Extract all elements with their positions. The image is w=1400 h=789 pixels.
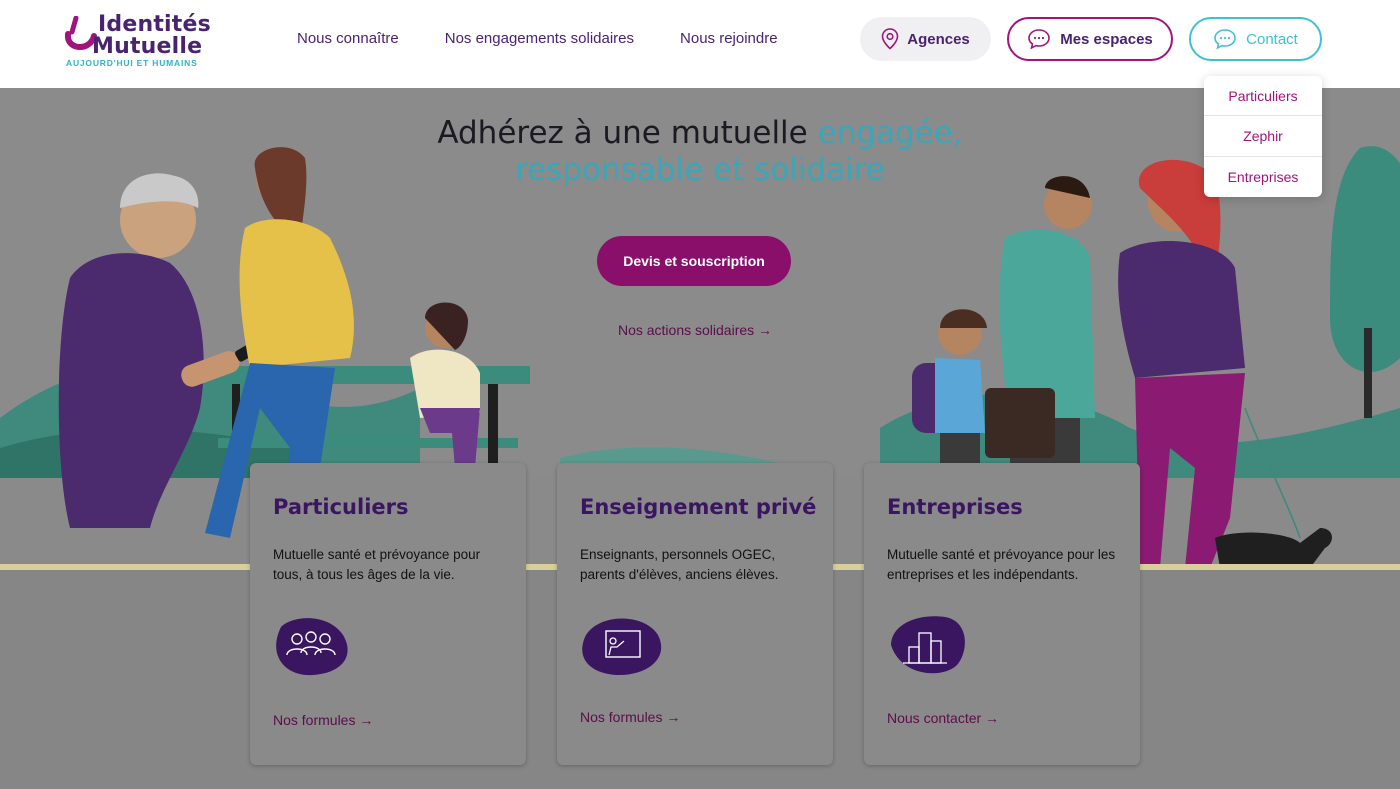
brand-logo[interactable]: Identités Mutuelle AUJOURD'HUI ET HUMAIN… [64,12,214,70]
mes-espaces-label: Mes espaces [1060,30,1153,48]
teacher-board-icon [582,618,662,675]
devis-souscription-button[interactable]: Devis et souscription [597,236,791,286]
card-title: Particuliers [273,495,409,519]
nav-item-engagements[interactable]: Nos engagements solidaires [445,30,634,47]
card-entreprises[interactable]: Entreprises Mutuelle santé et prévoyance… [864,463,1140,765]
nav-item-rejoindre[interactable]: Nous rejoindre [680,30,778,47]
contact-dropdown-menu: Particuliers Zephir Entreprises [1204,76,1322,197]
buildings-icon [891,616,965,674]
card-link[interactable]: Nous contacter → [887,710,999,726]
contact-menu-item-entreprises[interactable]: Entreprises [1204,157,1322,197]
chat-bubble-icon [1028,29,1051,50]
contact-menu-item-particuliers[interactable]: Particuliers [1204,76,1322,117]
location-pin-icon [881,28,899,50]
agences-button[interactable]: Agences [860,17,991,61]
card-description: Enseignants, personnels OGEC, parents d'… [580,547,779,582]
brand-name-line2: Mutuelle [92,34,203,59]
hero-title-plain: Adhérez à une mutuelle [437,115,818,151]
card-description: Mutuelle santé et prévoyance pour tous, … [273,547,481,582]
card-particuliers[interactable]: Particuliers Mutuelle santé et prévoyanc… [250,463,526,765]
card-title: Entreprises [887,495,1023,519]
card-enseignement-prive[interactable]: Enseignement privé Enseignants, personne… [557,463,833,765]
hero-title-accent-1: engagée, [817,115,963,151]
card-description: Mutuelle santé et prévoyance pour les en… [887,547,1116,582]
contact-menu-item-zephir[interactable]: Zephir [1204,116,1322,157]
site-header: Identités Mutuelle AUJOURD'HUI ET HUMAIN… [0,0,1400,88]
card-link[interactable]: Nos formules → [273,712,373,728]
card-link[interactable]: Nos formules → [580,709,680,725]
nav-item-nous-connaitre[interactable]: Nous connaître [297,30,399,47]
brand-tagline: AUJOURD'HUI ET HUMAINS [66,58,198,68]
main-nav: Nous connaître Nos engagements solidaire… [297,30,824,47]
mes-espaces-button[interactable]: Mes espaces [1007,17,1173,61]
hero-title: Adhérez à une mutuelle engagée, responsa… [0,115,1400,189]
people-group-icon [276,618,348,676]
contact-button[interactable]: Contact [1189,17,1322,61]
contact-label: Contact [1246,30,1298,48]
card-title: Enseignement privé [580,495,817,519]
chat-bubble-icon [1214,29,1236,50]
hero-title-accent-2: responsable et solidaire [515,152,885,188]
agences-label: Agences [907,30,970,48]
actions-solidaires-link[interactable]: Nos actions solidaires → [0,322,1390,338]
